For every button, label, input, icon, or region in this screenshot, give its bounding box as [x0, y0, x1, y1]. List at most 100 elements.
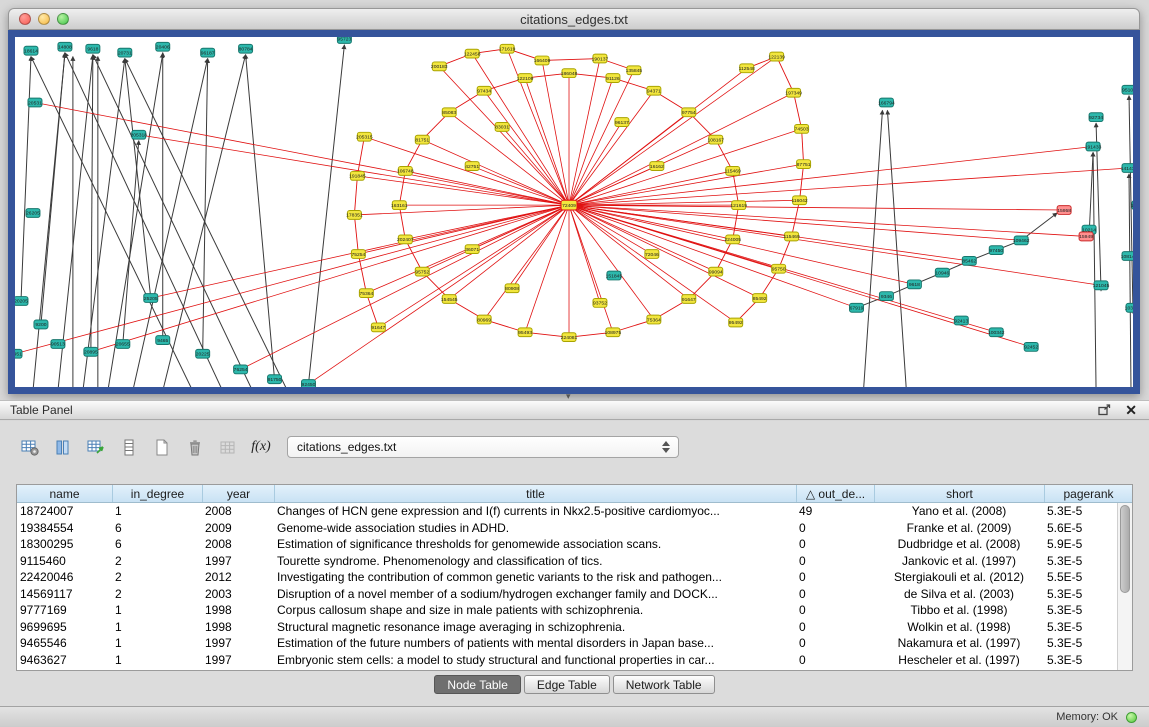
table-cell[interactable]: 1 [112, 603, 202, 617]
table-cell[interactable]: Estimation of the future numbers of pati… [274, 636, 796, 650]
table-cell[interactable]: 2008 [202, 504, 274, 518]
column-header-short[interactable]: short [874, 485, 1044, 502]
table-cell[interactable]: 1 [112, 620, 202, 634]
column-header-out_de[interactable]: △ out_de... [796, 485, 874, 502]
table-cell[interactable]: Dudbridge et al. (2008) [874, 537, 1044, 551]
table-row[interactable]: 946554611997Estimation of the future num… [17, 635, 1132, 652]
table-row[interactable]: 1830029562008Estimation of significance … [17, 536, 1132, 553]
table-cell[interactable]: Genome-wide association studies in ADHD. [274, 521, 796, 535]
table-cell[interactable]: Embryonic stem cells: a model to study s… [274, 653, 796, 667]
table-cell[interactable]: Wolkin et al. (1998) [874, 620, 1044, 634]
table-cell[interactable]: Tourette syndrome. Phenomenology and cla… [274, 554, 796, 568]
table-cell[interactable]: Tibbo et al. (1998) [874, 603, 1044, 617]
table-cell[interactable]: Hescheler et al. (1997) [874, 653, 1044, 667]
table-cell[interactable]: 9777169 [17, 603, 112, 617]
tab-network-table[interactable]: Network Table [613, 675, 715, 694]
table-row[interactable]: 969969511998Structural magnetic resonanc… [17, 619, 1132, 636]
delete-table-button[interactable] [183, 435, 207, 459]
table-row[interactable]: 1872400712008Changes of HCN gene express… [17, 503, 1132, 520]
table-cell[interactable]: 9699695 [17, 620, 112, 634]
table-cell[interactable]: Changes of HCN gene expression and I(f) … [274, 504, 796, 518]
table-row[interactable]: 946362711997Embryonic stem cells: a mode… [17, 652, 1132, 669]
column-header-title[interactable]: title [274, 485, 796, 502]
table-cell[interactable]: 1 [112, 636, 202, 650]
table-cell[interactable]: Estimation of significance thresholds fo… [274, 537, 796, 551]
table-cell[interactable]: Disruption of a novel member of a sodium… [274, 587, 796, 601]
table-cell[interactable]: Structural magnetic resonance image aver… [274, 620, 796, 634]
table-cell[interactable]: 6 [112, 537, 202, 551]
table-cell[interactable]: 1 [112, 504, 202, 518]
table-cell[interactable]: 22420046 [17, 570, 112, 584]
zoom-window-button[interactable] [57, 13, 69, 25]
show-columns-button[interactable] [51, 435, 75, 459]
tab-edge-table[interactable]: Edge Table [524, 675, 610, 694]
table-row[interactable]: 1456911722003Disruption of a novel membe… [17, 586, 1132, 603]
table-cell[interactable]: 2 [112, 554, 202, 568]
close-window-button[interactable] [19, 13, 31, 25]
tab-node-table[interactable]: Node Table [434, 675, 521, 694]
table-cell[interactable]: 2 [112, 570, 202, 584]
table-cell[interactable]: 0 [796, 587, 874, 601]
table-options-button[interactable] [18, 435, 42, 459]
table-cell[interactable]: 18724007 [17, 504, 112, 518]
function-builder-button[interactable]: f(x) [249, 435, 273, 459]
table-cell[interactable]: 0 [796, 521, 874, 535]
table-cell[interactable]: 0 [796, 603, 874, 617]
table-cell[interactable]: 0 [796, 636, 874, 650]
minimize-window-button[interactable] [38, 13, 50, 25]
new-document-button[interactable] [150, 435, 174, 459]
table-cell[interactable]: 2008 [202, 537, 274, 551]
scrollbar-thumb[interactable] [1120, 505, 1130, 593]
close-panel-icon[interactable]: ✕ [1125, 403, 1137, 417]
table-cell[interactable]: 2003 [202, 587, 274, 601]
table-cell[interactable]: Stergiakouli et al. (2012) [874, 570, 1044, 584]
table-cell[interactable]: 0 [796, 620, 874, 634]
graph-node-label: 96137 [615, 120, 629, 126]
table-cell[interactable]: 2009 [202, 521, 274, 535]
import-table-button[interactable] [216, 435, 240, 459]
table-cell[interactable]: 9465546 [17, 636, 112, 650]
table-cell[interactable]: Jankovic et al. (1997) [874, 554, 1044, 568]
memory-status[interactable]: Memory: OK [1056, 711, 1137, 723]
table-cell[interactable]: 1998 [202, 603, 274, 617]
table-row[interactable]: 911546021997Tourette syndrome. Phenomeno… [17, 553, 1132, 570]
table-cell[interactable]: Investigating the contribution of common… [274, 570, 796, 584]
edit-table-button[interactable] [84, 435, 108, 459]
table-cell[interactable]: de Silva et al. (2003) [874, 587, 1044, 601]
table-cell[interactable]: 0 [796, 570, 874, 584]
column-header-year[interactable]: year [202, 485, 274, 502]
network-canvas[interactable]: 1861414808961820731204069618780784957238… [15, 37, 1133, 387]
table-row[interactable]: 977716911998Corpus callosum shape and si… [17, 602, 1132, 619]
table-cell[interactable]: 1997 [202, 554, 274, 568]
table-selector-combobox[interactable]: citations_edges.txt [287, 436, 679, 458]
table-cell[interactable]: 0 [796, 537, 874, 551]
rows-view-button[interactable] [117, 435, 141, 459]
table-cell[interactable]: 2 [112, 587, 202, 601]
vertical-scrollbar[interactable] [1117, 503, 1132, 670]
float-window-icon[interactable] [1098, 404, 1111, 416]
column-header-name[interactable]: name [17, 485, 112, 502]
table-cell[interactable]: Yano et al. (2008) [874, 504, 1044, 518]
table-cell[interactable]: 1 [112, 653, 202, 667]
table-cell[interactable]: 9463627 [17, 653, 112, 667]
table-cell[interactable]: 6 [112, 521, 202, 535]
table-cell[interactable]: 19384554 [17, 521, 112, 535]
column-header-in_degree[interactable]: in_degree [112, 485, 202, 502]
table-cell[interactable]: 18300295 [17, 537, 112, 551]
table-cell[interactable]: Corpus callosum shape and size in male p… [274, 603, 796, 617]
table-cell[interactable]: 49 [796, 504, 874, 518]
table-cell[interactable]: 1997 [202, 636, 274, 650]
table-cell[interactable]: 0 [796, 554, 874, 568]
table-cell[interactable]: 9115460 [17, 554, 112, 568]
table-cell[interactable]: Nakamura et al. (1997) [874, 636, 1044, 650]
table-cell[interactable]: 2012 [202, 570, 274, 584]
window-titlebar[interactable]: citations_edges.txt [8, 8, 1140, 30]
table-cell[interactable]: 1998 [202, 620, 274, 634]
table-cell[interactable]: Franke et al. (2009) [874, 521, 1044, 535]
table-row[interactable]: 1938455462009Genome-wide association stu… [17, 520, 1132, 537]
column-header-pagerank[interactable]: pagerank [1044, 485, 1132, 502]
table-row[interactable]: 2242004622012Investigating the contribut… [17, 569, 1132, 586]
table-cell[interactable]: 1997 [202, 653, 274, 667]
table-cell[interactable]: 0 [796, 653, 874, 667]
table-cell[interactable]: 14569117 [17, 587, 112, 601]
